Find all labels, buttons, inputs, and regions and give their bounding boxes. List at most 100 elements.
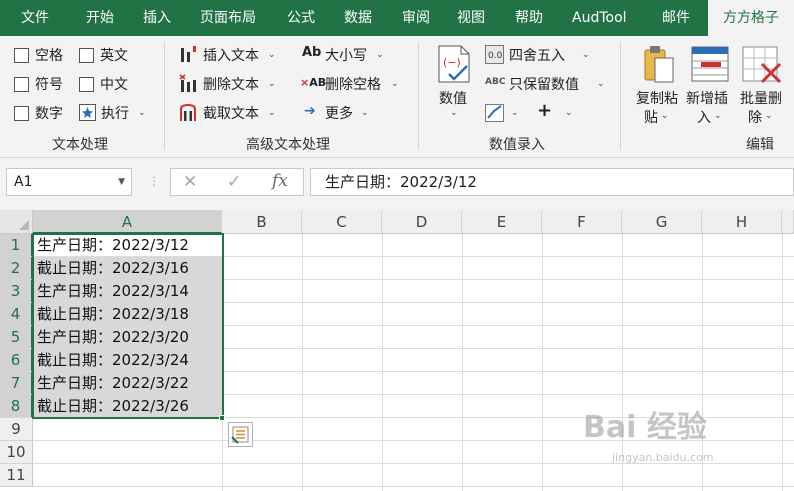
column-header-g[interactable]: G <box>622 210 702 234</box>
row-header[interactable]: 11 <box>0 464 33 487</box>
menu-page-layout[interactable]: 页面布局 <box>200 0 256 36</box>
number-icon: (−) <box>438 45 470 83</box>
checkbox-symbol-label: 符号 <box>35 77 63 93</box>
chart-edit-icon <box>485 104 504 122</box>
quick-analysis-button[interactable] <box>228 422 253 447</box>
menu-audtool[interactable]: AudTool <box>572 0 627 36</box>
checkbox-english[interactable] <box>79 48 94 63</box>
chevron-down-icon: ⌄ <box>582 50 590 60</box>
batch-delete-label-line1: 批量删 <box>740 91 782 107</box>
group-divider <box>620 42 621 150</box>
chevron-down-icon: ⌄ <box>450 108 458 118</box>
case-label: 大小写 <box>325 48 367 64</box>
chevron-down-icon: ⌄ <box>661 111 669 121</box>
ribbon: 空格 英文 符号 中文 数字 执行 ⌄ 文本处理 插入文本 ⌄ 删除文本 ⌄ 截… <box>0 36 794 158</box>
column-header-c[interactable]: C <box>302 210 382 234</box>
round-icon: 0.0 <box>485 45 504 64</box>
batch-delete-label-line2: 除 <box>748 110 762 126</box>
row-header[interactable]: 5 <box>0 326 33 349</box>
checkbox-chinese[interactable] <box>79 77 94 92</box>
drag-handle-icon[interactable]: ⋮ <box>148 174 160 188</box>
insert-text-label: 插入文本 <box>203 48 259 64</box>
row-header[interactable]: 2 <box>0 257 33 280</box>
group-divider <box>418 42 419 150</box>
grid-line <box>462 234 463 491</box>
name-box[interactable]: A1 ▼ <box>6 168 132 196</box>
new-insert-label-line2: 入 <box>697 110 711 126</box>
fill-handle[interactable] <box>219 415 225 421</box>
chevron-down-icon: ⌄ <box>268 50 276 60</box>
menu-home[interactable]: 开始 <box>86 0 114 36</box>
menu-insert[interactable]: 插入 <box>143 0 171 36</box>
svg-text:0.0: 0.0 <box>488 51 503 61</box>
row-header[interactable]: 1 <box>0 234 33 257</box>
checkbox-space[interactable] <box>14 48 29 63</box>
select-all-button[interactable] <box>0 210 33 234</box>
arrow-right-icon: ➔ <box>304 103 316 119</box>
extract-text-icon <box>180 103 196 121</box>
menu-formulas[interactable]: 公式 <box>287 0 315 36</box>
name-box-value: A1 <box>14 174 33 190</box>
grid-line <box>302 234 303 491</box>
row-header[interactable]: 10 <box>0 441 33 464</box>
menu-review[interactable]: 审阅 <box>402 0 430 36</box>
group-label-text-processing: 文本处理 <box>52 137 108 153</box>
row-header[interactable]: 9 <box>0 418 33 441</box>
new-insert-label-line1: 新增插 <box>686 91 728 107</box>
row-header[interactable]: 8 <box>0 395 33 418</box>
number-label: 数值 <box>439 91 467 107</box>
column-header-h[interactable]: H <box>702 210 782 234</box>
row-header[interactable]: 6 <box>0 349 33 372</box>
row-header[interactable]: 7 <box>0 372 33 395</box>
menu-view[interactable]: 视图 <box>457 0 485 36</box>
enter-icon[interactable]: ✓ <box>227 172 241 192</box>
row-header[interactable]: 3 <box>0 280 33 303</box>
column-header-overflow[interactable] <box>782 210 794 234</box>
more-label: 更多 <box>325 106 353 122</box>
delete-text-label: 删除文本 <box>203 77 259 93</box>
chevron-down-icon: ⌄ <box>565 108 573 118</box>
extract-text-label: 截取文本 <box>203 106 259 122</box>
execute-icon <box>79 104 96 121</box>
selection-border <box>32 233 224 419</box>
grid-line <box>33 486 794 487</box>
menu-fangfang-tab[interactable]: 方方格子 <box>708 0 794 36</box>
row-header[interactable]: 4 <box>0 303 33 326</box>
clipboard-icon <box>644 46 674 83</box>
chevron-down-icon[interactable]: ▼ <box>118 169 125 195</box>
column-header-d[interactable]: D <box>382 210 462 234</box>
column-header-b[interactable]: B <box>222 210 302 234</box>
checkbox-symbol[interactable] <box>14 77 29 92</box>
group-label-advanced-text: 高级文本处理 <box>246 137 330 153</box>
chevron-down-icon: ⌄ <box>268 79 276 89</box>
formula-buttons: ✕ ✓ fx <box>170 168 304 196</box>
copy-paste-label-line1: 复制粘 <box>636 91 678 107</box>
insert-function-icon[interactable]: fx <box>272 171 288 191</box>
menu-file[interactable]: 文件 <box>21 0 49 36</box>
group-label-number-entry: 数值录入 <box>489 137 545 153</box>
column-header-f[interactable]: F <box>542 210 622 234</box>
chevron-down-icon: ⌄ <box>268 108 276 118</box>
menu-mail[interactable]: 邮件 <box>662 0 690 36</box>
menu-help[interactable]: 帮助 <box>515 0 543 36</box>
remove-space-icon: ×AB <box>300 76 327 89</box>
copy-paste-label-line2: 贴 <box>644 110 658 126</box>
round-label: 四舍五入 <box>509 48 565 64</box>
cancel-icon[interactable]: ✕ <box>183 172 197 192</box>
formula-input[interactable]: 生产日期：2022/3/12 <box>310 168 794 196</box>
menu-bar: 文件 开始 插入 页面布局 公式 数据 审阅 视图 帮助 AudTool 邮件 … <box>0 0 794 36</box>
execute-label: 执行 <box>101 106 129 122</box>
chevron-down-icon: ⌄ <box>597 79 605 89</box>
menu-data[interactable]: 数据 <box>344 0 372 36</box>
column-header-e[interactable]: E <box>462 210 542 234</box>
group-label-edit: 编辑 <box>746 137 774 153</box>
grid-line <box>542 234 543 491</box>
chevron-down-icon: ⌄ <box>765 111 773 121</box>
formula-bar: A1 ▼ ⋮ ✕ ✓ fx 生产日期：2022/3/12 <box>0 158 794 210</box>
chevron-down-icon: ⌄ <box>138 108 146 118</box>
insert-rows-icon <box>691 46 729 82</box>
checkbox-digit[interactable] <box>14 106 29 121</box>
column-header-a[interactable]: A <box>33 210 222 234</box>
delete-text-icon <box>179 74 196 92</box>
case-icon: Ab <box>302 45 322 60</box>
